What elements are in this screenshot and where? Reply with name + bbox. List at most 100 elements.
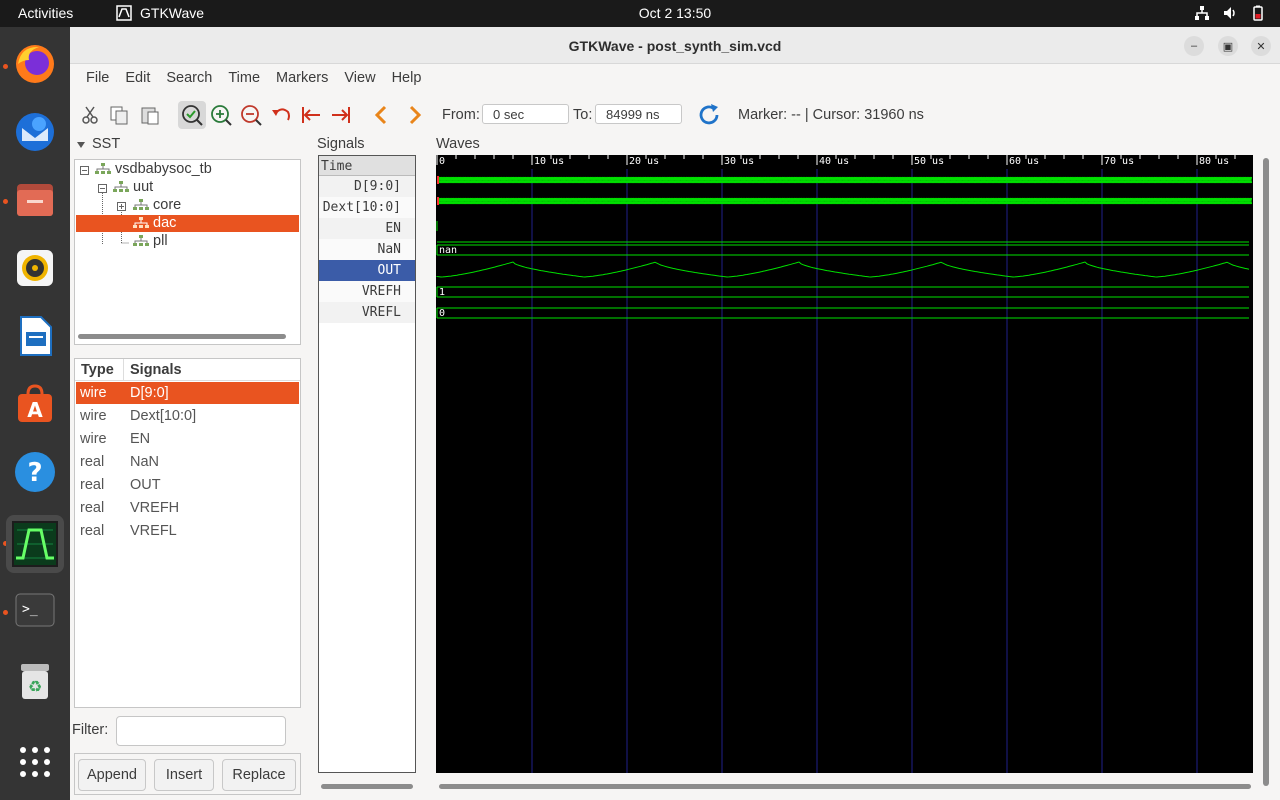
row-type: wire — [80, 431, 107, 447]
append-button[interactable]: Append — [78, 759, 146, 791]
signal-name-vrefl[interactable]: VREFL — [319, 302, 415, 323]
menu-search[interactable]: Search — [160, 70, 218, 86]
signals-scrollbar[interactable] — [321, 784, 413, 789]
waves-vertical-scrollbar[interactable] — [1263, 158, 1269, 786]
to-input[interactable]: 84999 ns — [595, 104, 682, 124]
help-icon[interactable]: ? — [10, 447, 60, 497]
writer-icon[interactable] — [10, 311, 60, 361]
rhythmbox-icon[interactable] — [10, 243, 60, 293]
table-row[interactable]: wire D[9:0] — [76, 382, 299, 404]
software-center-icon[interactable]: A — [10, 379, 60, 429]
row-signal: OUT — [130, 477, 161, 493]
waves-pane[interactable]: 0 10 us 20 us 30 us 40 us 50 us 60 us 70 us 80 u… — [436, 155, 1253, 773]
gtkwave-dock-icon[interactable] — [6, 515, 64, 573]
maximize-button[interactable]: ▣ — [1218, 36, 1238, 56]
signal-type-table: Type Signals wire D[9:0] wire Dext[10:0] w… — [74, 358, 301, 708]
battery-icon — [1253, 5, 1263, 21]
replace-button[interactable]: Replace — [222, 759, 296, 791]
running-indicator — [3, 199, 8, 204]
table-row[interactable]: real NaN — [76, 451, 299, 473]
signal-name-en[interactable]: EN — [319, 218, 415, 239]
reload-icon[interactable] — [698, 103, 722, 127]
tree-node-vsdbabysoc-tb[interactable]: vsdbabysoc_tb — [95, 161, 212, 177]
filter-input[interactable] — [116, 716, 286, 746]
tree-label: uut — [133, 179, 154, 195]
tree-scrollbar[interactable] — [78, 334, 286, 339]
vrefl-value: 0 — [439, 308, 445, 319]
table-row[interactable]: real VREFH — [76, 497, 299, 519]
top-bar: Activities GTKWave Oct 2 13:50 — [0, 0, 1280, 27]
tree-node-pll[interactable]: pll — [133, 233, 168, 249]
table-row[interactable]: real VREFL — [76, 520, 299, 542]
signal-name-vrefh[interactable]: VREFH — [319, 281, 415, 302]
copy-icon[interactable] — [107, 103, 131, 127]
ruler-label: 30 us — [724, 156, 754, 167]
ruler-label: 20 us — [629, 156, 659, 167]
clock[interactable]: Oct 2 13:50 — [0, 5, 1280, 21]
thunderbird-icon[interactable] — [10, 107, 60, 157]
gtkwave-window: GTKWave - post_synth_sim.vcd – ▣ ✕ File … — [70, 27, 1280, 800]
title-bar[interactable]: GTKWave - post_synth_sim.vcd – ▣ ✕ — [70, 27, 1280, 64]
minimize-button[interactable]: – — [1184, 36, 1204, 56]
table-row[interactable]: wire Dext[10:0] — [76, 405, 299, 427]
d-bus-trace — [437, 176, 1253, 184]
table-row[interactable]: wire EN — [76, 428, 299, 450]
to-label: To: — [573, 107, 593, 123]
hierarchy-icon — [95, 163, 111, 175]
insert-button[interactable]: Insert — [154, 759, 214, 791]
from-input[interactable]: 0 sec — [482, 104, 569, 124]
network-icon — [1195, 6, 1209, 20]
table-row[interactable]: real OUT — [76, 474, 299, 496]
find-next-edge-icon[interactable] — [402, 103, 426, 127]
menu-help[interactable]: Help — [386, 70, 428, 86]
show-apps-icon[interactable] — [10, 737, 60, 787]
zoom-fit-icon[interactable] — [178, 101, 206, 129]
zoom-to-end-icon[interactable] — [329, 103, 353, 127]
vrefl-trace — [436, 307, 1249, 319]
undo-zoom-icon[interactable] — [269, 103, 293, 127]
system-tray[interactable] — [1194, 5, 1266, 21]
vrefh-trace — [436, 286, 1249, 298]
signals-label: Signals — [317, 136, 365, 152]
paste-icon[interactable] — [138, 103, 162, 127]
row-type: real — [80, 454, 105, 470]
signal-name-nan[interactable]: NaN — [319, 239, 415, 260]
column-header-type[interactable]: Type — [81, 362, 114, 378]
column-header-signals[interactable]: Signals — [130, 362, 182, 378]
tree-node-core[interactable]: core — [133, 197, 181, 213]
signal-name-out[interactable]: OUT — [319, 260, 415, 281]
row-signal: D[9:0] — [130, 385, 169, 401]
hierarchy-icon — [133, 217, 149, 229]
close-button[interactable]: ✕ — [1251, 36, 1271, 56]
firefox-icon[interactable] — [10, 39, 60, 89]
waves-horizontal-scrollbar[interactable] — [439, 784, 1251, 789]
en-trace — [436, 221, 1249, 243]
menu-time[interactable]: Time — [222, 70, 266, 86]
zoom-in-icon[interactable] — [209, 103, 233, 127]
tree-node-uut[interactable]: uut — [113, 179, 153, 195]
tree-node-dac[interactable]: dac — [76, 215, 299, 232]
time-header[interactable]: Time — [319, 156, 415, 176]
menu-edit[interactable]: Edit — [119, 70, 156, 86]
cut-icon[interactable] — [78, 103, 102, 127]
sst-expander-icon[interactable] — [76, 140, 86, 150]
zoom-to-start-icon[interactable] — [299, 103, 323, 127]
find-previous-edge-icon[interactable] — [370, 103, 394, 127]
row-type: wire — [80, 408, 107, 424]
table-header: Type Signals — [75, 359, 300, 381]
zoom-out-icon[interactable] — [239, 103, 263, 127]
window-title: GTKWave - post_synth_sim.vcd — [568, 38, 782, 54]
menu-markers[interactable]: Markers — [270, 70, 334, 86]
signal-name-d[interactable]: D[9:0] — [319, 176, 415, 197]
terminal-icon[interactable]: >_ — [10, 585, 60, 635]
files-icon[interactable] — [10, 175, 60, 225]
menu-file[interactable]: File — [80, 70, 115, 86]
tree-label: vsdbabysoc_tb — [115, 161, 212, 177]
menu-view[interactable]: View — [338, 70, 381, 86]
trash-icon[interactable]: ♻ — [10, 655, 60, 705]
hierarchy-icon — [133, 199, 149, 211]
running-indicator — [3, 610, 8, 615]
signal-name-dext[interactable]: Dext[10:0] — [319, 197, 415, 218]
waveform-canvas[interactable]: 0 10 us 20 us 30 us 40 us 50 us 60 us 70 us 80 u… — [436, 155, 1253, 773]
row-signal: NaN — [130, 454, 160, 470]
